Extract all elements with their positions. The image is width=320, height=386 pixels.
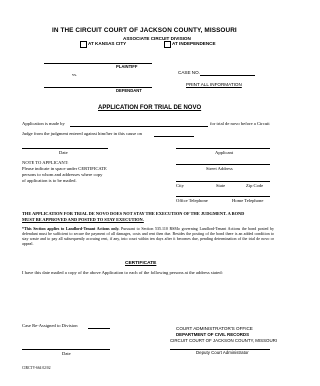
applicant-line[interactable] (176, 148, 270, 149)
zip-label: Zip Code (246, 183, 264, 188)
plaintiff-label: PLAINTIFF (116, 64, 138, 69)
independence-checkbox[interactable] (164, 41, 171, 48)
vs-label: vs. (72, 72, 78, 77)
case-no-label: CASE NO. (178, 70, 200, 75)
court-admin-office: COURT ADMINISTRATOR'S OFFICE (176, 326, 253, 331)
division-line[interactable] (88, 328, 110, 329)
civil-records-dept: DEPARTMENT OF CIVIL RECORDS (176, 332, 250, 337)
note-line-1: Please indicate in space under CERTIFICA… (22, 166, 107, 171)
footer-date-line[interactable] (22, 349, 110, 350)
note-line-2: persons to whom and addresses where copy (22, 172, 103, 177)
kansas-city-checkbox[interactable] (80, 41, 87, 48)
notice-line-2: MUST BE APPROVED AND POSTED TO STAY EXEC… (22, 217, 144, 222)
form-id: CIRCTV-664 02/02 (22, 366, 51, 370)
form-title: APPLICATION FOR TRIAL DE NOVO (98, 105, 202, 111)
office-tel-label: Office Telephone (176, 198, 208, 203)
date-label: Date (59, 150, 68, 155)
defendant-label: DEFENDANT (116, 88, 142, 93)
made-by-label: Application is made by (22, 121, 65, 126)
judge-from-label: Judge from the judgment entered against … (22, 131, 142, 136)
city-line[interactable] (176, 181, 270, 182)
case-no-line[interactable] (200, 75, 255, 76)
applicant-label: Applicant (215, 150, 234, 155)
note-line-3: of application is to be mailed. (22, 178, 77, 183)
kansas-city-label: AT KANSAS CITY (88, 41, 127, 46)
deputy-label: Deputy Court Administrator (196, 350, 249, 355)
street-label: Street Address (206, 166, 233, 171)
judgment-date-line[interactable] (154, 136, 194, 137)
street-line[interactable] (176, 164, 270, 165)
state-label: State (216, 183, 226, 188)
certificate-heading: CERTIFICATE (125, 261, 157, 266)
case-reassigned-label: Case Re-Assigned to Division (22, 323, 78, 328)
made-by-line[interactable] (70, 126, 208, 127)
certificate-text: I have this date mailed a copy of the ab… (22, 270, 223, 275)
landlord-paragraph: *This Section applies to Landlord-Tenant… (22, 226, 274, 246)
notice-line-1: THE APPLICATION FOR TRIAL DE NOVO DOES N… (22, 211, 245, 216)
city-label: City (176, 183, 184, 188)
circuit-court-name: CIRCUIT COURT OF JACKSON COUNTY, MISSOUR… (170, 338, 278, 343)
date-signature-line[interactable] (22, 148, 108, 149)
court-title: IN THE CIRCUIT COURT OF JACKSON COUNTY, … (52, 27, 237, 34)
footer-date-label: Date (62, 351, 71, 356)
home-tel-label: Home Telephone (232, 198, 264, 203)
independence-label: AT INDEPENDENCE (172, 41, 216, 46)
trial-before-label: for trial de novo before a Circuit (210, 121, 270, 126)
telephone-line[interactable] (176, 196, 270, 197)
print-all-label: PRINT ALL INFORMATION (186, 82, 242, 87)
note-heading: NOTE TO APPLICANT: (22, 160, 69, 165)
